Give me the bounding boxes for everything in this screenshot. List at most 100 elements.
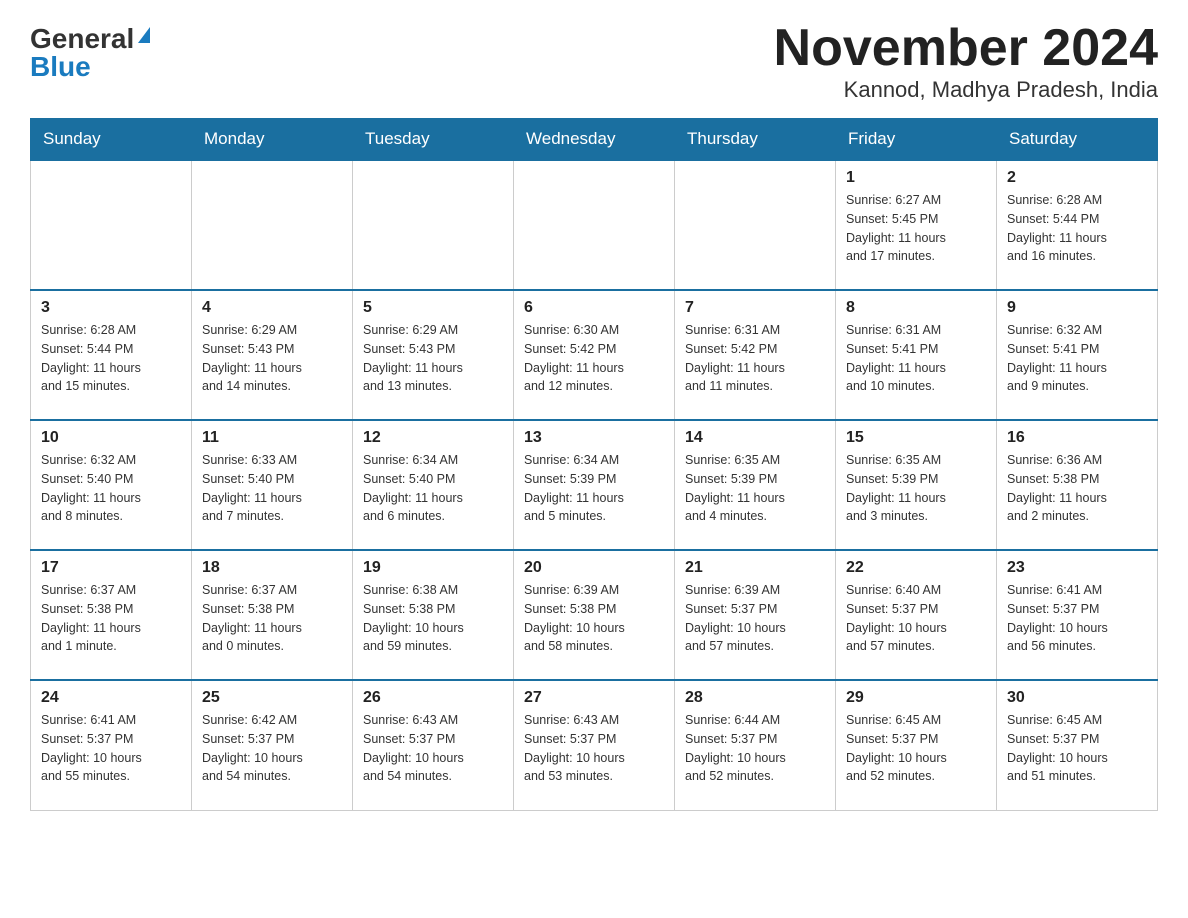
day-info: Sunrise: 6:28 AM Sunset: 5:44 PM Dayligh… bbox=[41, 321, 181, 396]
calendar-cell: 1Sunrise: 6:27 AM Sunset: 5:45 PM Daylig… bbox=[836, 160, 997, 290]
calendar-cell: 25Sunrise: 6:42 AM Sunset: 5:37 PM Dayli… bbox=[192, 680, 353, 810]
calendar-cell: 2 Sunrise: 6:28 AM Sunset: 5:44 PM Daylig… bbox=[997, 160, 1158, 290]
day-number: 9 bbox=[1007, 299, 1147, 317]
calendar-cell: 11Sunrise: 6:33 AM Sunset: 5:40 PM Dayli… bbox=[192, 420, 353, 550]
day-number: 12 bbox=[363, 429, 503, 447]
col-thursday: Thursday bbox=[675, 119, 836, 161]
calendar-cell: 3 Sunrise: 6:28 AM Sunset: 5:44 PM Daylig… bbox=[31, 290, 192, 420]
calendar-cell: 27Sunrise: 6:43 AM Sunset: 5:37 PM Dayli… bbox=[514, 680, 675, 810]
day-info: Sunrise: 6:29 AM Sunset: 5:43 PM Dayligh… bbox=[202, 321, 342, 396]
day-number: 4 bbox=[202, 299, 342, 317]
calendar-cell: 12 Sunrise: 6:34 AM Sunset: 5:40 PM Dayli… bbox=[353, 420, 514, 550]
calendar-cell: 19Sunrise: 6:38 AM Sunset: 5:38 PM Dayli… bbox=[353, 550, 514, 680]
day-number: 3 bbox=[41, 299, 181, 317]
col-friday: Friday bbox=[836, 119, 997, 161]
calendar-cell: 6Sunrise: 6:30 AM Sunset: 5:42 PM Daylig… bbox=[514, 290, 675, 420]
calendar-cell: 17 Sunrise: 6:37 AM Sunset: 5:38 PM Dayli… bbox=[31, 550, 192, 680]
day-info: Sunrise: 6:45 AM Sunset: 5:37 PM Dayligh… bbox=[846, 711, 986, 786]
day-number: 23 bbox=[1007, 559, 1147, 577]
col-wednesday: Wednesday bbox=[514, 119, 675, 161]
calendar-cell: 10 Sunrise: 6:32 AM Sunset: 5:40 PM Dayli… bbox=[31, 420, 192, 550]
day-number: 1 bbox=[846, 169, 986, 187]
day-number: 16 bbox=[1007, 429, 1147, 447]
calendar-cell: 5 Sunrise: 6:29 AM Sunset: 5:43 PM Daylig… bbox=[353, 290, 514, 420]
day-number: 21 bbox=[685, 559, 825, 577]
logo-general-text: General bbox=[30, 25, 134, 53]
calendar-cell bbox=[514, 160, 675, 290]
calendar-week-row-2: 3 Sunrise: 6:28 AM Sunset: 5:44 PM Daylig… bbox=[31, 290, 1158, 420]
day-info: Sunrise: 6:31 AM Sunset: 5:42 PM Dayligh… bbox=[685, 321, 825, 396]
calendar-cell: 21Sunrise: 6:39 AM Sunset: 5:37 PM Dayli… bbox=[675, 550, 836, 680]
calendar-cell bbox=[675, 160, 836, 290]
day-number: 24 bbox=[41, 689, 181, 707]
calendar-cell: 14 Sunrise: 6:35 AM Sunset: 5:39 PM Dayli… bbox=[675, 420, 836, 550]
logo: General Blue bbox=[30, 20, 150, 81]
day-number: 26 bbox=[363, 689, 503, 707]
day-info: Sunrise: 6:36 AM Sunset: 5:38 PM Dayligh… bbox=[1007, 451, 1147, 526]
calendar-week-row-5: 24Sunrise: 6:41 AM Sunset: 5:37 PM Dayli… bbox=[31, 680, 1158, 810]
calendar-cell: 13 Sunrise: 6:34 AM Sunset: 5:39 PM Dayli… bbox=[514, 420, 675, 550]
day-info: Sunrise: 6:31 AM Sunset: 5:41 PM Dayligh… bbox=[846, 321, 986, 396]
calendar-cell: 20 Sunrise: 6:39 AM Sunset: 5:38 PM Dayli… bbox=[514, 550, 675, 680]
calendar-cell: 9 Sunrise: 6:32 AM Sunset: 5:41 PM Daylig… bbox=[997, 290, 1158, 420]
calendar-header-row: Sunday Monday Tuesday Wednesday Thursday… bbox=[31, 119, 1158, 161]
col-sunday: Sunday bbox=[31, 119, 192, 161]
calendar-week-row-4: 17 Sunrise: 6:37 AM Sunset: 5:38 PM Dayli… bbox=[31, 550, 1158, 680]
day-info: Sunrise: 6:33 AM Sunset: 5:40 PM Dayligh… bbox=[202, 451, 342, 526]
calendar-cell: 18Sunrise: 6:37 AM Sunset: 5:38 PM Dayli… bbox=[192, 550, 353, 680]
calendar-cell: 23 Sunrise: 6:41 AM Sunset: 5:37 PM Dayli… bbox=[997, 550, 1158, 680]
day-info: Sunrise: 6:37 AM Sunset: 5:38 PM Dayligh… bbox=[41, 581, 181, 656]
col-tuesday: Tuesday bbox=[353, 119, 514, 161]
calendar-week-row-3: 10 Sunrise: 6:32 AM Sunset: 5:40 PM Dayli… bbox=[31, 420, 1158, 550]
day-info: Sunrise: 6:40 AM Sunset: 5:37 PM Dayligh… bbox=[846, 581, 986, 656]
day-number: 17 bbox=[41, 559, 181, 577]
calendar-cell: 16 Sunrise: 6:36 AM Sunset: 5:38 PM Dayli… bbox=[997, 420, 1158, 550]
col-saturday: Saturday bbox=[997, 119, 1158, 161]
calendar-cell: 30 Sunrise: 6:45 AM Sunset: 5:37 PM Dayli… bbox=[997, 680, 1158, 810]
day-info: Sunrise: 6:42 AM Sunset: 5:37 PM Dayligh… bbox=[202, 711, 342, 786]
day-info: Sunrise: 6:34 AM Sunset: 5:40 PM Dayligh… bbox=[363, 451, 503, 526]
day-info: Sunrise: 6:32 AM Sunset: 5:40 PM Dayligh… bbox=[41, 451, 181, 526]
calendar-table: Sunday Monday Tuesday Wednesday Thursday… bbox=[30, 118, 1158, 811]
day-info: Sunrise: 6:43 AM Sunset: 5:37 PM Dayligh… bbox=[363, 711, 503, 786]
day-number: 2 bbox=[1007, 169, 1147, 187]
calendar-cell: 4 Sunrise: 6:29 AM Sunset: 5:43 PM Daylig… bbox=[192, 290, 353, 420]
day-info: Sunrise: 6:45 AM Sunset: 5:37 PM Dayligh… bbox=[1007, 711, 1147, 786]
calendar-cell bbox=[31, 160, 192, 290]
month-title: November 2024 bbox=[774, 20, 1158, 77]
calendar-cell bbox=[192, 160, 353, 290]
calendar-cell: 22 Sunrise: 6:40 AM Sunset: 5:37 PM Dayli… bbox=[836, 550, 997, 680]
day-number: 27 bbox=[524, 689, 664, 707]
calendar-week-row-1: 1Sunrise: 6:27 AM Sunset: 5:45 PM Daylig… bbox=[31, 160, 1158, 290]
day-number: 14 bbox=[685, 429, 825, 447]
day-info: Sunrise: 6:41 AM Sunset: 5:37 PM Dayligh… bbox=[1007, 581, 1147, 656]
day-number: 28 bbox=[685, 689, 825, 707]
calendar-cell: 29 Sunrise: 6:45 AM Sunset: 5:37 PM Dayli… bbox=[836, 680, 997, 810]
day-number: 19 bbox=[363, 559, 503, 577]
day-number: 8 bbox=[846, 299, 986, 317]
day-number: 22 bbox=[846, 559, 986, 577]
day-info: Sunrise: 6:34 AM Sunset: 5:39 PM Dayligh… bbox=[524, 451, 664, 526]
day-number: 6 bbox=[524, 299, 664, 317]
day-number: 13 bbox=[524, 429, 664, 447]
calendar-cell bbox=[353, 160, 514, 290]
day-number: 30 bbox=[1007, 689, 1147, 707]
day-info: Sunrise: 6:35 AM Sunset: 5:39 PM Dayligh… bbox=[846, 451, 986, 526]
day-info: Sunrise: 6:32 AM Sunset: 5:41 PM Dayligh… bbox=[1007, 321, 1147, 396]
page-header: General Blue November 2024 Kannod, Madhy… bbox=[30, 20, 1158, 103]
day-number: 20 bbox=[524, 559, 664, 577]
day-number: 29 bbox=[846, 689, 986, 707]
day-number: 5 bbox=[363, 299, 503, 317]
day-number: 10 bbox=[41, 429, 181, 447]
day-info: Sunrise: 6:35 AM Sunset: 5:39 PM Dayligh… bbox=[685, 451, 825, 526]
logo-blue-text: Blue bbox=[30, 53, 91, 81]
day-number: 15 bbox=[846, 429, 986, 447]
calendar-cell: 24Sunrise: 6:41 AM Sunset: 5:37 PM Dayli… bbox=[31, 680, 192, 810]
calendar-cell: 15 Sunrise: 6:35 AM Sunset: 5:39 PM Dayli… bbox=[836, 420, 997, 550]
day-number: 7 bbox=[685, 299, 825, 317]
day-number: 18 bbox=[202, 559, 342, 577]
day-info: Sunrise: 6:29 AM Sunset: 5:43 PM Dayligh… bbox=[363, 321, 503, 396]
day-info: Sunrise: 6:39 AM Sunset: 5:38 PM Dayligh… bbox=[524, 581, 664, 656]
location-subtitle: Kannod, Madhya Pradesh, India bbox=[774, 77, 1158, 103]
day-info: Sunrise: 6:28 AM Sunset: 5:44 PM Dayligh… bbox=[1007, 191, 1147, 266]
